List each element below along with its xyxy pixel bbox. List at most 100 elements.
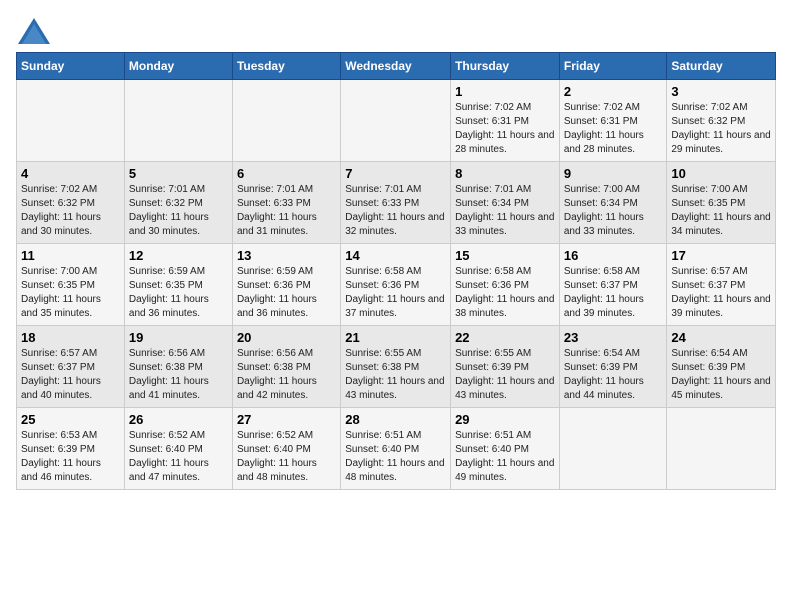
day-info: Sunrise: 6:58 AM Sunset: 6:36 PM Dayligh… [345,265,446,321]
day-info: Sunrise: 7:01 AM Sunset: 6:34 PM Dayligh… [455,183,555,239]
calendar-cell [559,408,667,490]
day-number: 18 [21,330,120,345]
day-info: Sunrise: 7:02 AM Sunset: 6:31 PM Dayligh… [564,101,663,157]
day-number: 23 [564,330,663,345]
day-number: 12 [129,248,228,263]
day-info: Sunrise: 6:57 AM Sunset: 6:37 PM Dayligh… [21,347,120,403]
day-info: Sunrise: 6:57 AM Sunset: 6:37 PM Dayligh… [671,265,771,321]
calendar-cell: 24 Sunrise: 6:54 AM Sunset: 6:39 PM Dayli… [667,326,776,408]
day-info: Sunrise: 7:01 AM Sunset: 6:33 PM Dayligh… [237,183,336,239]
day-info: Sunrise: 6:55 AM Sunset: 6:39 PM Dayligh… [455,347,555,403]
day-number: 28 [345,412,446,427]
day-number: 25 [21,412,120,427]
day-info: Sunrise: 6:53 AM Sunset: 6:39 PM Dayligh… [21,429,120,485]
calendar-cell: 21 Sunrise: 6:55 AM Sunset: 6:38 PM Dayli… [341,326,451,408]
calendar-cell [124,80,232,162]
week-row-4: 18 Sunrise: 6:57 AM Sunset: 6:37 PM Dayli… [17,326,776,408]
day-number: 16 [564,248,663,263]
header-sunday: Sunday [17,53,125,80]
day-info: Sunrise: 6:51 AM Sunset: 6:40 PM Dayligh… [455,429,555,485]
day-number: 13 [237,248,336,263]
calendar-cell: 9 Sunrise: 7:00 AM Sunset: 6:34 PM Daylig… [559,162,667,244]
calendar-cell: 11Sunrise: 7:00 AM Sunset: 6:35 PM Dayli… [17,244,125,326]
header-monday: Monday [124,53,232,80]
calendar-cell: 27 Sunrise: 6:52 AM Sunset: 6:40 PM Dayli… [232,408,340,490]
calendar-cell: 14 Sunrise: 6:58 AM Sunset: 6:36 PM Dayli… [341,244,451,326]
day-number: 19 [129,330,228,345]
day-number: 15 [455,248,555,263]
calendar-cell: 22 Sunrise: 6:55 AM Sunset: 6:39 PM Dayli… [451,326,560,408]
calendar-cell: 2 Sunrise: 7:02 AM Sunset: 6:31 PM Daylig… [559,80,667,162]
header-tuesday: Tuesday [232,53,340,80]
calendar-cell [232,80,340,162]
logo [16,16,50,44]
logo-icon [16,16,48,44]
calendar-cell: 16 Sunrise: 6:58 AM Sunset: 6:37 PM Dayli… [559,244,667,326]
day-number: 22 [455,330,555,345]
day-info: Sunrise: 6:55 AM Sunset: 6:38 PM Dayligh… [345,347,446,403]
day-number: 10 [671,166,771,181]
calendar-cell: 17 Sunrise: 6:57 AM Sunset: 6:37 PM Dayli… [667,244,776,326]
header-saturday: Saturday [667,53,776,80]
day-number: 7 [345,166,446,181]
day-info: Sunrise: 7:00 AM Sunset: 6:34 PM Dayligh… [564,183,663,239]
day-number: 2 [564,84,663,99]
day-info: Sunrise: 6:54 AM Sunset: 6:39 PM Dayligh… [671,347,771,403]
day-info: Sunrise: 7:01 AM Sunset: 6:33 PM Dayligh… [345,183,446,239]
day-info: Sunrise: 7:02 AM Sunset: 6:32 PM Dayligh… [21,183,120,239]
calendar-table: SundayMondayTuesdayWednesdayThursdayFrid… [16,52,776,490]
calendar-cell: 18 Sunrise: 6:57 AM Sunset: 6:37 PM Dayli… [17,326,125,408]
day-info: Sunrise: 7:00 AM Sunset: 6:35 PM Dayligh… [671,183,771,239]
day-number: 27 [237,412,336,427]
day-info: Sunrise: 7:01 AM Sunset: 6:32 PM Dayligh… [129,183,228,239]
calendar-cell: 6Sunrise: 7:01 AM Sunset: 6:33 PM Daylig… [232,162,340,244]
day-info: Sunrise: 6:56 AM Sunset: 6:38 PM Dayligh… [129,347,228,403]
calendar-cell: 8 Sunrise: 7:01 AM Sunset: 6:34 PM Daylig… [451,162,560,244]
day-info: Sunrise: 7:02 AM Sunset: 6:31 PM Dayligh… [455,101,555,157]
day-number: 29 [455,412,555,427]
header-wednesday: Wednesday [341,53,451,80]
day-number: 8 [455,166,555,181]
day-number: 14 [345,248,446,263]
day-number: 9 [564,166,663,181]
day-number: 21 [345,330,446,345]
day-info: Sunrise: 7:02 AM Sunset: 6:32 PM Dayligh… [671,101,771,157]
calendar-cell [667,408,776,490]
day-info: Sunrise: 6:54 AM Sunset: 6:39 PM Dayligh… [564,347,663,403]
day-number: 20 [237,330,336,345]
calendar-cell: 29 Sunrise: 6:51 AM Sunset: 6:40 PM Dayli… [451,408,560,490]
calendar-cell [341,80,451,162]
day-info: Sunrise: 6:58 AM Sunset: 6:37 PM Dayligh… [564,265,663,321]
week-row-1: 1 Sunrise: 7:02 AM Sunset: 6:31 PM Daylig… [17,80,776,162]
day-info: Sunrise: 6:52 AM Sunset: 6:40 PM Dayligh… [237,429,336,485]
calendar-cell: 19 Sunrise: 6:56 AM Sunset: 6:38 PM Dayli… [124,326,232,408]
calendar-cell: 26Sunrise: 6:52 AM Sunset: 6:40 PM Dayli… [124,408,232,490]
calendar-cell: 5 Sunrise: 7:01 AM Sunset: 6:32 PM Daylig… [124,162,232,244]
calendar-cell: 3 Sunrise: 7:02 AM Sunset: 6:32 PM Daylig… [667,80,776,162]
day-number: 17 [671,248,771,263]
day-number: 5 [129,166,228,181]
page-header [16,16,776,44]
day-info: Sunrise: 6:59 AM Sunset: 6:36 PM Dayligh… [237,265,336,321]
week-row-5: 25 Sunrise: 6:53 AM Sunset: 6:39 PM Dayli… [17,408,776,490]
day-number: 24 [671,330,771,345]
calendar-cell: 20Sunrise: 6:56 AM Sunset: 6:38 PM Dayli… [232,326,340,408]
day-info: Sunrise: 6:52 AM Sunset: 6:40 PM Dayligh… [129,429,228,485]
calendar-cell: 4 Sunrise: 7:02 AM Sunset: 6:32 PM Daylig… [17,162,125,244]
calendar-cell: 10 Sunrise: 7:00 AM Sunset: 6:35 PM Dayli… [667,162,776,244]
calendar-cell: 7 Sunrise: 7:01 AM Sunset: 6:33 PM Daylig… [341,162,451,244]
calendar-cell [17,80,125,162]
header-friday: Friday [559,53,667,80]
calendar-cell: 23 Sunrise: 6:54 AM Sunset: 6:39 PM Dayli… [559,326,667,408]
day-number: 3 [671,84,771,99]
day-info: Sunrise: 6:59 AM Sunset: 6:35 PM Dayligh… [129,265,228,321]
day-info: Sunrise: 6:51 AM Sunset: 6:40 PM Dayligh… [345,429,446,485]
day-info: Sunrise: 6:58 AM Sunset: 6:36 PM Dayligh… [455,265,555,321]
day-number: 1 [455,84,555,99]
calendar-cell: 28 Sunrise: 6:51 AM Sunset: 6:40 PM Dayli… [341,408,451,490]
week-row-2: 4 Sunrise: 7:02 AM Sunset: 6:32 PM Daylig… [17,162,776,244]
day-number: 11 [21,248,120,263]
day-number: 4 [21,166,120,181]
calendar-cell: 25 Sunrise: 6:53 AM Sunset: 6:39 PM Dayli… [17,408,125,490]
calendar-cell: 15 Sunrise: 6:58 AM Sunset: 6:36 PM Dayli… [451,244,560,326]
